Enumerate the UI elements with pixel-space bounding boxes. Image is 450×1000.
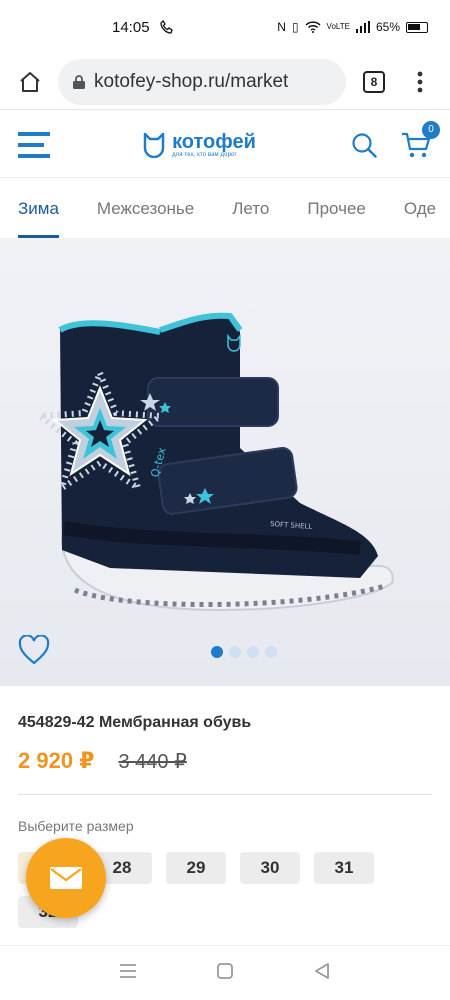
gallery-dot[interactable]: [247, 646, 259, 658]
back-triangle-icon: [314, 962, 329, 979]
wifi-icon: [305, 21, 321, 33]
product-title: 454829-42 Мембранная обувь: [18, 714, 252, 731]
cat-logo-icon: [143, 132, 165, 158]
browser-menu-button[interactable]: [402, 64, 438, 100]
recent-apps-button[interactable]: [119, 963, 137, 984]
heart-icon: [18, 634, 50, 665]
gallery-dot[interactable]: [211, 646, 223, 658]
status-left: 14:05: [112, 19, 174, 36]
gallery-dot[interactable]: [265, 646, 277, 658]
address-bar[interactable]: kotofey-shop.ru/market: [58, 58, 346, 105]
category-tab-other[interactable]: Прочее: [307, 180, 366, 238]
size-option[interactable]: 30: [240, 852, 300, 884]
lock-icon: [73, 74, 85, 89]
site-header: котофей для тех, кто вам дорог 0: [0, 112, 450, 178]
vibrate-icon: ▯: [291, 20, 299, 34]
site-logo[interactable]: котофей для тех, кто вам дорог: [142, 132, 256, 158]
cart-badge: 0: [422, 120, 440, 139]
back-nav-button[interactable]: [313, 962, 331, 985]
system-nav-bar: [0, 945, 450, 1000]
status-right: N ▯ VoLTE 65%: [277, 20, 428, 34]
gallery-pagination: [211, 646, 277, 658]
volte-icon: VoLTE: [326, 22, 350, 31]
product-prices: 2 920 ₽ 3 440 ₽: [18, 748, 187, 774]
message-fab[interactable]: [26, 838, 106, 918]
hamburger-icon: [18, 131, 50, 158]
category-tab-clothes[interactable]: Оде: [404, 180, 436, 238]
mail-icon: [50, 867, 82, 889]
search-button[interactable]: [346, 127, 382, 163]
search-icon: [352, 132, 377, 158]
cart-button[interactable]: 0: [398, 120, 440, 163]
call-icon: [159, 20, 173, 34]
more-vert-icon: [417, 71, 423, 92]
home-icon: [20, 71, 40, 92]
menu-button[interactable]: [16, 127, 52, 163]
tabs-count: 8: [363, 70, 385, 93]
status-time: 14:05: [112, 18, 150, 36]
browser-toolbar: kotofey-shop.ru/market 8: [0, 54, 450, 110]
url-text: kotofey-shop.ru/market: [94, 70, 289, 92]
divider: [18, 794, 432, 795]
product-gallery[interactable]: Q-tex SOFT SHELL: [0, 238, 450, 686]
category-tab-winter[interactable]: Зима: [18, 180, 59, 238]
tabs-button[interactable]: 8: [356, 64, 392, 100]
status-bar: 14:05 N ▯ VoLTE 65%: [0, 0, 450, 54]
category-tab-summer[interactable]: Лето: [232, 180, 269, 238]
product-image: Q-tex SOFT SHELL: [31, 312, 394, 612]
recents-icon: [120, 963, 137, 978]
gallery-dot[interactable]: [229, 646, 241, 658]
current-price: 2 920 ₽: [18, 748, 95, 773]
logo-text: котофей: [172, 130, 256, 153]
category-tabs: Зима Межсезонье Лето Прочее Оде: [0, 180, 450, 238]
header-actions: 0: [346, 120, 440, 163]
battery-percent: 65%: [375, 20, 400, 34]
size-option[interactable]: 31: [314, 852, 374, 884]
size-label: Выберите размер: [18, 818, 134, 834]
category-tab-demiseason[interactable]: Межсезонье: [97, 180, 194, 238]
favorite-button[interactable]: [18, 634, 50, 670]
size-option[interactable]: 29: [166, 852, 226, 884]
battery-icon: [406, 21, 428, 33]
home-button[interactable]: [12, 64, 48, 100]
nfc-icon: N: [277, 20, 286, 34]
old-price: 3 440 ₽: [118, 750, 187, 773]
square-home-icon: [217, 962, 233, 979]
home-nav-button[interactable]: [216, 962, 234, 985]
signal-icon: [355, 21, 370, 33]
